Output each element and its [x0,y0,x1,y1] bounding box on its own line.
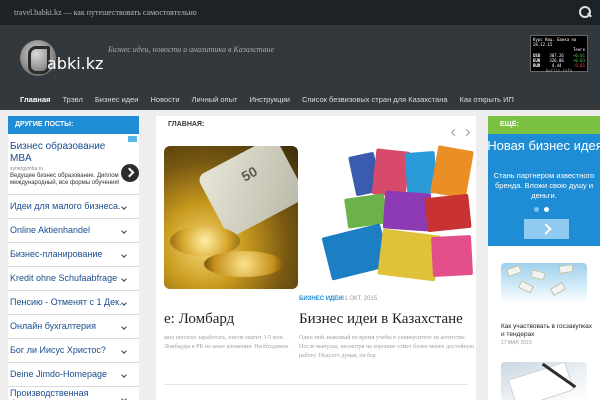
right-ad[interactable]: Новая бизнес идея Стань партнером извест… [488,134,600,246]
left-sidebar-heading: ДРУГИЕ ПОСТЫ: [8,116,139,134]
list-item[interactable]: Идеи для малого бизнеса. [8,194,139,218]
main-nav: Главная Трэвл Бизнес идеи Новости Личный… [0,90,600,110]
brochure-shape [430,145,474,199]
site-tagline: Бизнес идеи, новости и аналитика в Казах… [108,45,275,54]
banknote-shape [506,264,522,278]
post-excerpt: Один мой знакомый во время учебы в униве… [299,335,475,359]
link-label: Deine Jimdo-Homepage [10,368,108,379]
chevron-down-icon [121,276,127,282]
currency-ticker[interactable]: Курс Нац. Банка на 28.12.15 Тенге USD 30… [530,35,588,74]
ad-url: synergymba.ru [10,166,44,172]
banknote-label: 50 [238,163,260,185]
list-item[interactable]: Бизнес-планирование [8,242,139,266]
main-heading: ГЛАВНАЯ: [168,121,205,128]
list-item[interactable]: Пенсию - Отменят с 1 Дек. [8,290,139,314]
brochure-shape [382,190,432,232]
right-ad-subtitle: Стань партнером известного бренда. Вложи… [493,171,595,200]
chevron-down-icon [121,348,127,354]
main-content: ГЛАВНАЯ: 50 БИЗНЕС ИДЕИ 31 ОКТ, 2015 е: … [156,116,476,400]
chevron-down-icon [121,372,127,378]
slide-dot[interactable] [534,207,539,212]
ticker-brand: kurlis.info [545,68,573,74]
ad-choices-icon[interactable] [128,136,137,142]
link-label: Online Aktienhandel [10,224,91,235]
ticker-code: RUR [533,63,541,69]
banknote-shape [558,264,574,274]
top-bar: travel.babki.kz — как путешествовать сам… [0,0,600,25]
nav-item-instructions[interactable]: Инструкции [243,90,296,110]
list-item[interactable]: Производственная франши... [8,386,139,400]
left-sidebar: ДРУГИЕ ПОСТЫ: Бизнес образование MBA syn… [8,116,139,400]
link-label: Бог ли Иисус Христос? [10,344,106,355]
link-label: Пенсию - Отменят с 1 Дек. [10,296,122,307]
post-thumbnail[interactable] [501,263,587,303]
chevron-down-icon [121,324,127,330]
slide-dot-active[interactable] [544,207,549,212]
nav-item-home[interactable]: Главная [14,90,57,110]
brochure-shape [344,193,388,229]
link-label: Идеи для малого бизнеса. [10,200,121,211]
post-category-tag[interactable]: БИЗНЕС ИДЕИ [299,296,343,302]
ad-arrow-button[interactable] [121,164,139,182]
list-item[interactable]: Kredit ohne Schufaabfrage [8,266,139,290]
ticker-change: -0.01 [572,63,585,69]
post-thumbnail[interactable] [501,362,587,400]
right-sidebar-heading: ЕЩЁ: [488,116,600,134]
nav-item-business-ideas[interactable]: Бизнес идеи [89,90,145,110]
right-ad-title[interactable]: Новая бизнес идея [488,138,600,153]
brochure-shape [424,193,472,233]
nav-item-news[interactable]: Новости [145,90,186,110]
banknote-shape: 50 [196,146,298,239]
link-label: Kredit ohne Schufaabfrage [10,272,118,283]
divider [164,384,468,385]
nav-item-travel[interactable]: Трэвл [57,90,89,110]
site-header: abki.kz Бизнес идеи, новости и аналитика… [0,25,600,90]
right-sidebar: ЕЩЁ: Новая бизнес идея Стань партнером и… [488,116,600,400]
link-label: Бизнес-планирование [10,248,103,259]
list-item[interactable]: Online Aktienhandel [8,218,139,242]
post-title[interactable]: Как участвовать в госзакупках и тендерах [501,323,596,339]
top-bar-link[interactable]: travel.babki.kz — как путешествовать сам… [14,8,197,17]
banknote-shape [549,282,567,296]
post-date: 31 ОКТ, 2015 [341,296,378,302]
gold-shape [204,251,284,277]
post-title[interactable]: е: Ломбард [164,311,234,328]
ticker-title: Курс Нац. Банка на 28.12.15 [533,37,577,48]
sidebar-links: Идеи для малого бизнеса. Online Aktienha… [8,194,139,400]
post-image-pawnshop[interactable]: 50 [164,146,298,289]
post-excerpt: жно неплохо заработать, нигем хватит 3-5… [164,335,289,350]
ad-text: Ведущее бизнес образование. Диплом между… [10,173,120,186]
left-ad[interactable]: Бизнес образование MBA synergymba.ru Вед… [8,136,139,192]
post-image-business-ideas[interactable] [316,145,476,289]
ticker-title-row: Курс Нац. Банка на 28.12.15 [533,37,585,47]
ad-title[interactable]: Бизнес образование MBA [10,141,115,165]
logo-text: abki.kz [47,54,104,73]
nav-item-open-ip[interactable]: Как открыть ИП [454,90,520,110]
chevron-down-icon [121,300,127,306]
chevron-down-icon [121,228,127,234]
link-label: Онлайн бухгалтерия [10,320,96,331]
list-item[interactable]: Онлайн бухгалтерия [8,314,139,338]
brochure-shape [430,234,474,278]
link-label: Производственная франши... [10,388,89,400]
list-item[interactable]: Deine Jimdo-Homepage [8,362,139,386]
chevron-down-icon [121,204,127,210]
right-ad-arrow-button[interactable] [524,219,569,239]
site-logo[interactable]: abki.kz [20,40,103,80]
banknote-shape [517,280,535,294]
banknote-shape [530,269,546,281]
post-title[interactable]: Бизнес идеи в Казахстане [299,311,463,328]
chevron-down-icon [121,396,127,400]
list-item[interactable]: Бог ли Иисус Христос? [8,338,139,362]
nav-item-personal-experience[interactable]: Личный опыт [186,90,244,110]
nav-item-visa-free-countries[interactable]: Список безвизовых стран для Казахстана [296,90,454,110]
chevron-down-icon [121,252,127,258]
post-date: 17 МАР, 2015 [501,340,532,346]
search-icon[interactable] [578,5,592,19]
